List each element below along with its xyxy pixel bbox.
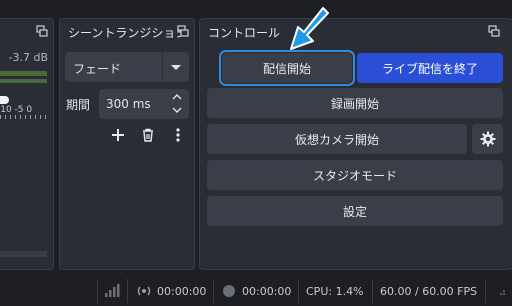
start-streaming-button[interactable]: 配信開始 (219, 50, 355, 86)
start-virtual-camera-button[interactable]: 仮想カメラ開始 (207, 124, 467, 154)
status-bar: 00:00:00 00:00:00 CPU: 1.4% 60.00 / 60.0… (0, 276, 512, 306)
status-divider (372, 279, 373, 303)
volume-db-value: -3.7 dB (8, 51, 49, 64)
signal-strength-icon (104, 276, 120, 306)
float-dock-icon[interactable] (36, 25, 48, 37)
volume-meter-secondary (0, 79, 47, 83)
remove-transition-button[interactable] (136, 124, 160, 146)
gear-icon (480, 131, 495, 147)
studio-mode-button[interactable]: スタジオモード (207, 160, 503, 190)
volume-meter (0, 71, 47, 76)
volume-slider-handle[interactable] (0, 96, 9, 104)
add-transition-button[interactable] (106, 124, 130, 146)
recording-status-icon (222, 276, 236, 306)
spin-down-icon[interactable] (167, 104, 187, 118)
status-divider (127, 279, 128, 303)
meter-ticks (0, 115, 47, 119)
resize-grip-icon[interactable] (496, 276, 506, 306)
fps-readout: 60.00 / 60.00 FPS (380, 284, 478, 298)
audio-mixer-panel: -3.7 dB -10 -5 0 (0, 18, 54, 270)
meter-scale: -10 -5 0 (0, 105, 33, 115)
virtual-camera-settings-button[interactable] (472, 124, 503, 154)
mixer-scrollbar[interactable] (0, 251, 47, 257)
duration-label: 期間 (66, 98, 91, 112)
transition-select-value: フェード (73, 62, 122, 76)
duration-spinbox[interactable]: 300 ms (99, 89, 189, 119)
cpu-usage: CPU: 1.4% (306, 284, 364, 298)
status-divider (213, 279, 214, 303)
stop-live-button[interactable]: ライブ配信を終了 (357, 53, 503, 83)
controls-title: コントロール (208, 26, 281, 40)
transition-select[interactable]: フェード (65, 52, 189, 82)
stream-time: 00:00:00 (157, 284, 207, 298)
spin-up-icon[interactable] (167, 90, 187, 104)
scene-transitions-panel: シーントランジション フェード 期間 300 ms (59, 18, 195, 270)
float-dock-icon[interactable] (488, 25, 500, 37)
status-divider (485, 279, 486, 303)
status-divider (298, 279, 299, 303)
plus-icon (112, 129, 124, 141)
transition-properties-button[interactable] (166, 124, 190, 146)
start-recording-button[interactable]: 録画開始 (207, 88, 503, 118)
trash-icon (143, 128, 153, 142)
streaming-status-icon (136, 276, 152, 306)
record-time: 00:00:00 (242, 284, 292, 298)
controls-panel: コントロール 配信開始 ライブ配信を終了 録画開始 仮想カメラ開始 スタジオモー… (199, 18, 512, 270)
annotation-arrow-icon (290, 7, 329, 50)
status-divider (97, 279, 98, 303)
more-vertical-icon (176, 128, 180, 142)
float-dock-icon[interactable] (177, 25, 189, 37)
duration-value: 300 ms (106, 97, 151, 111)
transitions-title: シーントランジション (68, 26, 188, 40)
settings-button[interactable]: 設定 (207, 196, 503, 226)
chevron-down-icon[interactable] (162, 52, 189, 82)
